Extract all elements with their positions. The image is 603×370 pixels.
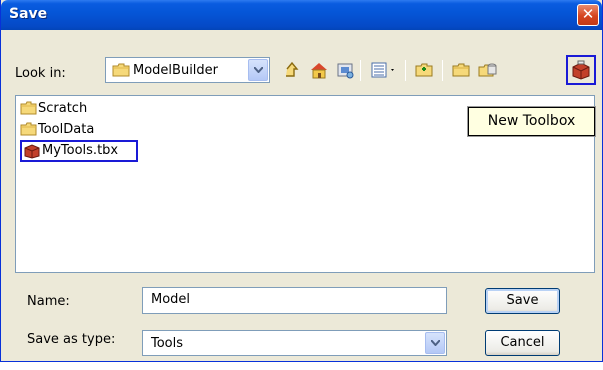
view-menu-icon [371,62,394,78]
folder-icon [112,63,130,81]
new-toolbox-button[interactable] [566,55,596,85]
list-item[interactable]: MyTools.tbx [20,140,138,162]
dialog-title: Save [9,6,48,22]
view-menu-button[interactable] [367,57,401,83]
save-as-type-label: Save as type: [27,332,116,347]
look-in-dropdown[interactable]: ModelBuilder [105,57,270,83]
folder-icon [452,63,470,77]
look-in-label: Look in: [15,66,66,81]
chevron-down-icon[interactable] [425,332,445,354]
file-name: Scratch [38,101,88,116]
cancel-button[interactable]: Cancel [485,330,560,356]
folder-icon [20,122,37,140]
home-icon [311,63,327,79]
file-name: ToolData [38,122,95,137]
new-toolbox-tooltip: New Toolbox [467,106,596,137]
toolbar-separator [360,60,361,81]
connect-folder-button[interactable] [332,57,358,83]
save-as-type-value: Tools [151,336,184,351]
folder-button[interactable] [448,57,474,83]
up-one-level-button[interactable] [279,57,305,83]
chevron-down-icon[interactable] [248,59,268,81]
new-geodatabase-icon [478,63,497,77]
save-dialog: Save ✕ Look in: ModelBuilder Scratch Too… [0,0,603,362]
save-as-type-dropdown[interactable]: Tools [142,330,447,356]
up-one-level-icon [286,61,299,77]
close-button[interactable]: ✕ [577,4,599,26]
toolbar-separator [442,60,443,81]
name-input[interactable]: Model [142,287,447,314]
title-bar[interactable]: Save ✕ [1,0,602,30]
look-in-value: ModelBuilder [133,63,219,78]
toolbar-separator [405,60,406,81]
new-folder-button[interactable] [411,57,437,83]
new-geodatabase-button[interactable] [474,57,500,83]
name-label: Name: [27,294,70,309]
new-toolbox-icon [572,60,590,80]
new-folder-icon [415,63,433,77]
save-button[interactable]: Save [485,288,560,314]
folder-icon [20,101,37,119]
connect-folder-icon [337,63,354,79]
file-name: MyTools.tbx [42,143,119,158]
home-button[interactable] [306,57,332,83]
toolbox-icon [23,143,41,163]
